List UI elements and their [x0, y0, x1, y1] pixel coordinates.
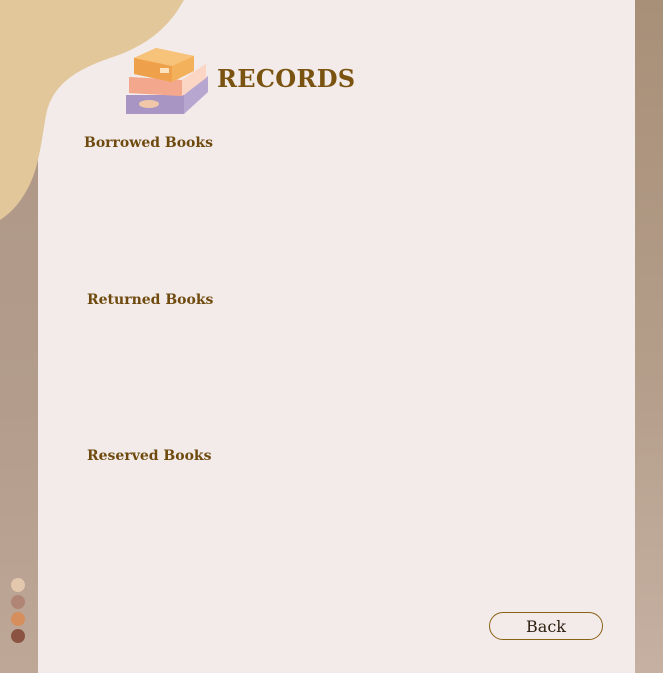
swatch-dot	[11, 595, 25, 609]
stacked-books-icon	[126, 48, 208, 114]
reserved-books-list	[80, 474, 600, 594]
returned-books-list	[80, 318, 600, 438]
returned-books-label: Returned Books	[87, 292, 214, 308]
reserved-books-label: Reserved Books	[87, 448, 212, 464]
color-swatches	[11, 578, 27, 646]
swatch-dot	[11, 578, 25, 592]
records-page: RECORDS Borrowed Books Returned Books Re…	[0, 0, 663, 673]
back-button[interactable]: Back	[489, 612, 603, 640]
page-title: RECORDS	[217, 64, 356, 93]
borrowed-books-label: Borrowed Books	[84, 135, 213, 151]
swatch-dot	[11, 612, 25, 626]
borrowed-books-list	[80, 160, 600, 280]
right-decorative-strip	[635, 0, 663, 673]
swatch-dot	[11, 629, 25, 643]
